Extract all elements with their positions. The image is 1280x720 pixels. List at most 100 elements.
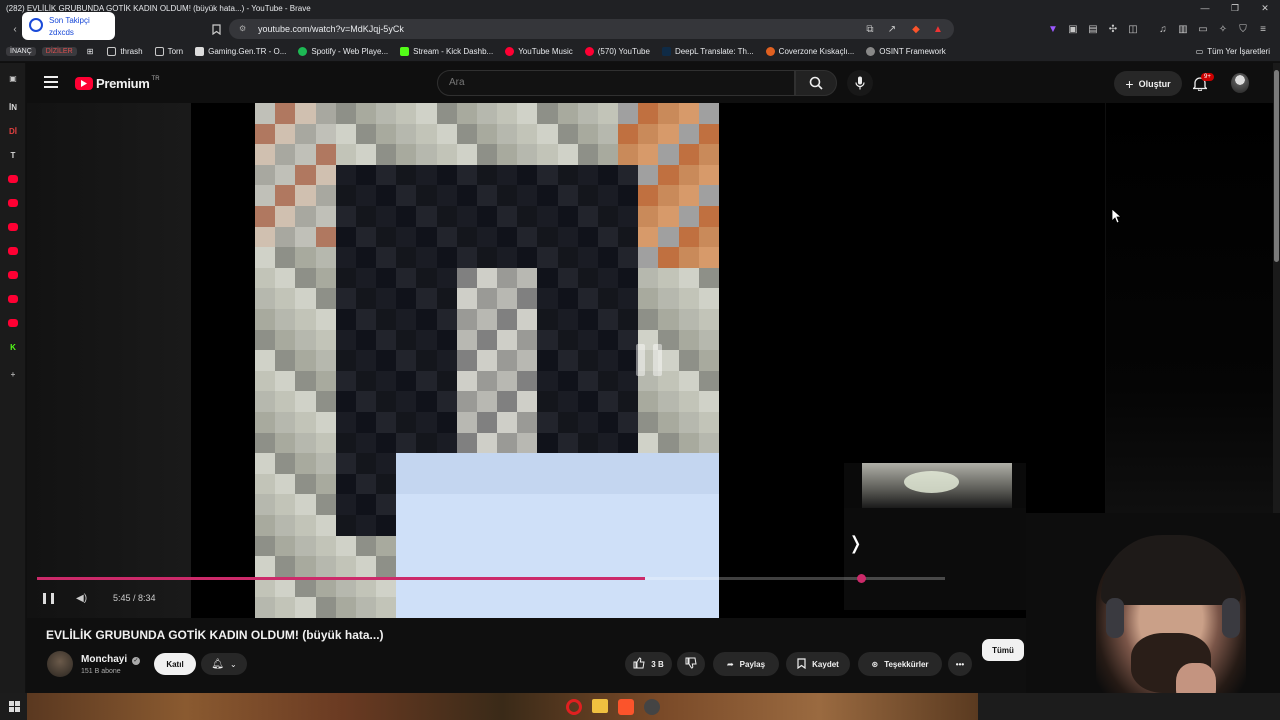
filter-chip-all[interactable]: Tümü [982,639,1024,661]
vpn-icon[interactable]: ⛉ [1236,22,1250,36]
sidebar-item[interactable]: + [7,368,19,380]
sidebar-item[interactable] [7,293,19,305]
progress-fill [37,577,645,580]
spotify-icon [298,47,308,56]
sidebar-panel-icon[interactable]: ▣ [7,72,19,84]
bookmark-icon[interactable] [209,22,223,36]
brave-icon[interactable] [618,699,634,715]
coverzone-icon [765,47,775,56]
channel-name[interactable]: Monchayi ✓ [81,654,140,665]
opera-icon[interactable] [566,699,582,715]
subscriber-count: 151 B abone [81,668,121,675]
sidebar-item-label: + [10,369,16,379]
sidebar-item[interactable]: T [7,149,19,161]
menu-icon[interactable]: ≡ [1256,22,1270,36]
minimize-icon[interactable]: — [1190,0,1220,16]
preview-thumbnail: ❭ [844,463,1026,610]
join-button[interactable]: Katıl [154,653,196,675]
scrollbar-thumb[interactable] [1274,70,1279,262]
bookmark-tag[interactable]: DİZİLER [41,47,77,56]
notifications-button[interactable]: 9+ [1191,73,1214,92]
back-icon[interactable]: ‹ [8,22,22,36]
region-label: TR [151,75,160,82]
create-label: Oluştur [1138,78,1171,89]
progress-scrubber[interactable] [857,574,866,583]
like-button[interactable]: 3 B [625,652,672,676]
sidebar-item[interactable] [7,173,19,185]
bookmark-item[interactable]: thrash [107,47,143,56]
bookmark-tag[interactable]: İNANÇ [6,47,36,56]
sidebar-item[interactable]: K [7,341,19,353]
sidebar-item[interactable] [7,221,19,233]
restore-icon[interactable]: ❐ [1220,0,1250,16]
url-bar[interactable]: ⚙ youtube.com/watch?v=MdKJqj-5yCk [229,19,954,39]
microphone-icon [855,76,865,90]
hamburger-menu-icon[interactable] [44,76,58,88]
chevron-down-icon: ⌄ [230,659,237,669]
file-explorer-icon[interactable] [592,699,608,713]
plus-icon: + [1125,75,1134,92]
sidebar-item[interactable] [7,197,19,209]
sidebar-toggle-icon[interactable]: ▥ [1176,22,1190,36]
sidebar-item[interactable] [7,245,19,257]
like-count: 3 B [651,659,664,669]
create-button[interactable]: + Oluştur [1114,71,1182,96]
brave-rewards-icon[interactable]: ▲ [931,22,945,36]
search-button[interactable] [795,70,837,96]
more-actions-button[interactable]: ••• [948,652,972,676]
search-input[interactable]: Ara [437,70,795,96]
profile-chip[interactable]: Son Takipçi zdxcds [22,12,115,40]
bookmark-item[interactable]: OSINT Framework [866,47,946,56]
channel-avatar[interactable] [47,651,73,677]
bookmark-item[interactable]: Spotify - Web Playe... [298,47,388,56]
folder-icon [154,47,164,56]
logo-label: Premium [96,76,150,91]
site-settings-icon[interactable]: ⚙ [239,24,249,34]
subscription-bell-button[interactable]: 🔔︎ ⌄ [201,653,247,675]
volume-icon[interactable]: ◀) [76,593,88,605]
thanks-label: Teşekkürler [884,659,929,669]
extension-icon[interactable]: ▤ [1086,22,1100,36]
extension-icon[interactable]: ▼ [1046,22,1060,36]
sidebar-item-label: Dİ [9,126,17,136]
folder-icon: ▭ [1195,47,1204,56]
save-button[interactable]: Kaydet [786,652,850,676]
bookmark-item[interactable]: Coverzone Kıskaçlı... [765,47,854,56]
bookmark-item[interactable]: Gaming.Gen.TR - O... [195,47,286,56]
open-in-app-icon[interactable]: ⧉ [863,22,877,36]
puzzle-icon[interactable]: ✣ [1106,22,1120,36]
thumbs-up-icon [633,657,645,671]
wallet-icon[interactable]: ▭ [1196,22,1210,36]
extension-icon[interactable]: ◫ [1126,22,1140,36]
media-icon[interactable]: ♫ [1156,22,1170,36]
avatar[interactable] [1231,73,1249,93]
sidebar-item[interactable]: İN [7,101,19,113]
thanks-button[interactable]: ⊛ Teşekkürler [858,652,942,676]
all-bookmarks[interactable]: ▭ Tüm Yer İşaretleri [1196,47,1270,56]
bookmark-item[interactable]: (570) YouTube [584,47,650,56]
youtube-icon [8,199,18,207]
youtube-logo[interactable]: Premium TR [75,76,160,91]
voice-search-button[interactable] [847,70,873,96]
bookmark-label: Stream - Kick Dashb... [413,47,494,56]
dislike-button[interactable] [677,652,705,676]
pause-button[interactable] [43,593,54,604]
youtube-icon [8,175,18,183]
app-icon[interactable] [644,699,660,715]
leo-icon[interactable]: ✧ [1216,22,1230,36]
sidebar-item[interactable]: Dİ [7,125,19,137]
close-icon[interactable]: ✕ [1250,0,1280,16]
bookmark-item[interactable]: YouTube Music [505,47,573,56]
apps-icon[interactable]: ⊞ [87,47,94,56]
start-icon[interactable] [9,701,20,712]
bookmark-item[interactable]: Stream - Kick Dashb... [400,47,493,56]
bookmark-item[interactable]: Torn [154,47,183,56]
sidebar-item[interactable] [7,317,19,329]
share-page-icon[interactable]: ↗ [885,22,899,36]
sidebar-item[interactable] [7,269,19,281]
brave-shields-icon[interactable]: ◆ [909,22,923,36]
share-button[interactable]: ➦ Paylaş [713,652,779,676]
extension-icon[interactable]: ▣ [1066,22,1080,36]
osint-icon [866,47,876,56]
bookmark-item[interactable]: DeepL Translate: Th... [661,47,754,56]
